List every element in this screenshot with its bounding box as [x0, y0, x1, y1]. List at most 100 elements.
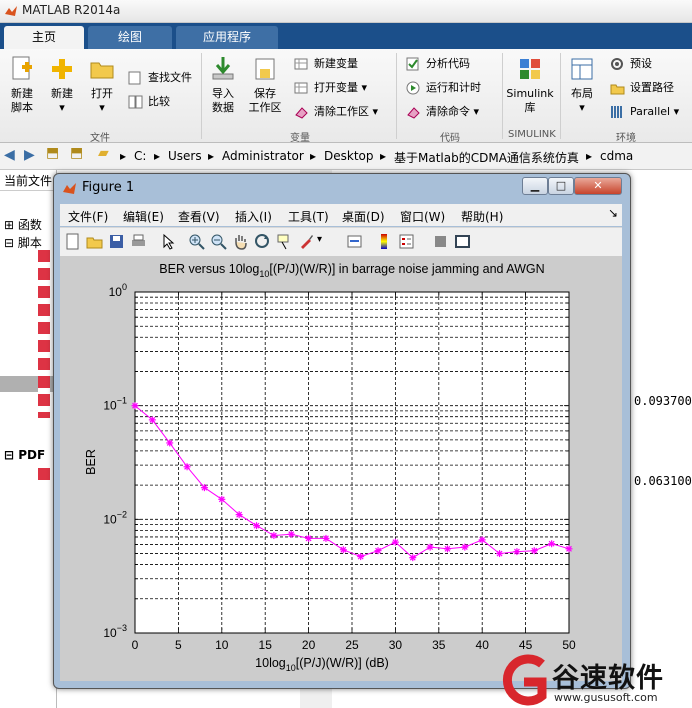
group-simulink-label: SIMULINK [508, 129, 556, 140]
analyze-code-button[interactable]: 分析代码 [406, 55, 470, 73]
figure-canvas[interactable]: BER versus 10log10[(P/J)(W/R)] in barrag… [60, 256, 622, 681]
x-tick-label: 35 [432, 638, 446, 652]
tab-apps[interactable]: 应用程序 [176, 26, 278, 49]
clear-workspace-button[interactable]: 清除工作区 ▾ [294, 103, 378, 121]
brush-dropdown-icon[interactable]: ▾ [317, 234, 334, 251]
new-script-button[interactable]: 新建 脚本 [6, 55, 38, 115]
legend-icon[interactable] [398, 233, 415, 250]
set-path-button[interactable]: 设置路径 [610, 79, 674, 97]
folder-open-icon [90, 62, 114, 79]
browse-folder-icon[interactable]: ⬒ [70, 145, 83, 161]
breadcrumb-c[interactable]: C: [134, 149, 146, 163]
up-folder-icon[interactable]: ⬒ [46, 145, 59, 161]
new-figure-icon[interactable] [64, 233, 81, 250]
menu-desktop[interactable]: 桌面(D) [342, 208, 385, 225]
tab-plots[interactable]: 绘图 [88, 26, 172, 49]
simulink-library-button[interactable]: Simulink 库 [506, 55, 554, 115]
menu-tools[interactable]: 工具(T) [288, 208, 329, 225]
hide-plot-tools-icon[interactable] [432, 233, 449, 250]
parallel-button[interactable]: Parallel ▾ [610, 103, 679, 121]
rotate-3d-icon[interactable] [254, 233, 271, 250]
panel-divider [0, 190, 56, 191]
open-variable-dropdown-icon: ▾ [361, 81, 368, 94]
tree-item-pdf[interactable]: ⊟ PDF [4, 448, 45, 462]
back-icon[interactable]: ◀ [4, 147, 15, 163]
zoom-out-icon[interactable] [210, 233, 227, 250]
menu-insert[interactable]: 插入(I) [235, 208, 272, 225]
ber-data-point [200, 484, 208, 492]
layout-dropdown-icon: ▾ [579, 101, 585, 114]
ber-data-point [357, 553, 365, 561]
tree-item-scripts[interactable]: ⊟ 脚本 [4, 234, 42, 251]
open-variable-button[interactable]: 打开变量 ▾ [294, 79, 367, 97]
ber-data-point [148, 416, 156, 424]
zoom-in-icon[interactable] [188, 233, 205, 250]
save-icon[interactable] [108, 233, 125, 250]
parallel-dropdown-icon: ▾ [673, 105, 680, 118]
y-tick-label: 100 [109, 282, 127, 299]
tab-home[interactable]: 主页 [4, 26, 84, 49]
pan-icon[interactable] [232, 233, 249, 250]
menu-help[interactable]: 帮助(H) [461, 208, 503, 225]
data-cursor-icon[interactable] [276, 233, 293, 250]
ber-data-point [426, 543, 434, 551]
tree-item-functions[interactable]: ⊞ 函数 [4, 216, 42, 233]
menu-view[interactable]: 查看(V) [178, 208, 220, 225]
tree-item-functions-label: 函数 [17, 218, 42, 232]
import-data-button[interactable]: 导入 数据 [206, 55, 240, 115]
breadcrumb-administrator[interactable]: Administrator [222, 149, 304, 163]
set-path-icon [610, 84, 625, 95]
breadcrumb-users[interactable]: Users [168, 149, 202, 163]
minimize-button[interactable]: ▁ [522, 177, 548, 195]
open-button[interactable]: 打开 ▾ [86, 55, 118, 115]
path-separator-icon: ▸ [586, 149, 593, 163]
show-plot-tools-icon[interactable] [454, 233, 471, 250]
open-variable-label: 打开变量 [314, 81, 358, 94]
find-files-button[interactable]: 查找文件 [128, 69, 192, 87]
layout-button[interactable]: 布局 ▾ [564, 55, 600, 115]
save-workspace-button[interactable]: 保存 工作区 [246, 55, 284, 115]
matlab-titlebar: MATLAB R2014a [0, 0, 692, 23]
current-folder-header: 当前文件 [4, 174, 53, 188]
breadcrumb-cdma[interactable]: cdma [600, 149, 633, 163]
menu-edit[interactable]: 编辑(E) [123, 208, 164, 225]
x-tick-label: 10 [215, 638, 229, 652]
colorbar-icon[interactable] [376, 233, 393, 250]
preferences-button[interactable]: 预设 [610, 55, 652, 73]
y-tick-label: 10−3 [103, 623, 127, 640]
ber-data-point [253, 522, 261, 530]
watermark-brand: 谷速软件 [552, 663, 664, 694]
address-bar: ◀ ▶ ⬒ ⬒ ▰ ▸ C: ▸ Users ▸ Administrator ▸… [0, 143, 692, 170]
expand-icon[interactable]: ⊞ [4, 218, 14, 232]
group-environment-label: 环境 [616, 133, 636, 144]
menubar-arrow-icon[interactable]: ↘ [608, 206, 618, 220]
close-button[interactable]: ✕ [574, 177, 622, 195]
script-file-icons [38, 250, 50, 418]
print-icon[interactable] [130, 233, 147, 250]
menu-window[interactable]: 窗口(W) [400, 208, 445, 225]
brush-icon[interactable] [298, 233, 315, 250]
menu-file[interactable]: 文件(F) [68, 208, 108, 225]
ber-plot[interactable]: BER versus 10log10[(P/J)(W/R)] in barrag… [60, 256, 622, 681]
pointer-icon[interactable] [160, 233, 177, 250]
link-plot-icon[interactable] [346, 233, 363, 250]
open-file-icon[interactable] [86, 233, 103, 250]
y-tick-label: 10−1 [103, 396, 127, 413]
tree-item-pdf-label: PDF [18, 448, 46, 462]
collapse-icon[interactable]: ⊟ [4, 236, 14, 250]
new-button[interactable]: 新建 ▾ [46, 55, 78, 115]
clear-commands-button[interactable]: 清除命令 ▾ [406, 103, 479, 121]
run-and-time-button[interactable]: 运行和计时 [406, 79, 481, 97]
breadcrumb-desktop[interactable]: Desktop [324, 149, 374, 163]
collapse-icon[interactable]: ⊟ [4, 448, 14, 462]
maximize-button[interactable]: □ [548, 177, 574, 195]
figure-window[interactable]: Figure 1 ▁ □ ✕ 文件(F) 编辑(E) 查看(V) 插入(I) 工… [53, 173, 631, 689]
ber-data-point [131, 402, 139, 410]
compare-button[interactable]: 比较 [128, 93, 170, 111]
gususoft-logo-icon [502, 654, 547, 706]
new-variable-button[interactable]: 新建变量 [294, 55, 358, 73]
breadcrumb-project[interactable]: 基于Matlab的CDMA通信系统仿真 [394, 149, 579, 166]
x-tick-label: 5 [175, 638, 182, 652]
forward-icon[interactable]: ▶ [24, 147, 35, 163]
minimize-icon: ▁ [530, 179, 540, 192]
